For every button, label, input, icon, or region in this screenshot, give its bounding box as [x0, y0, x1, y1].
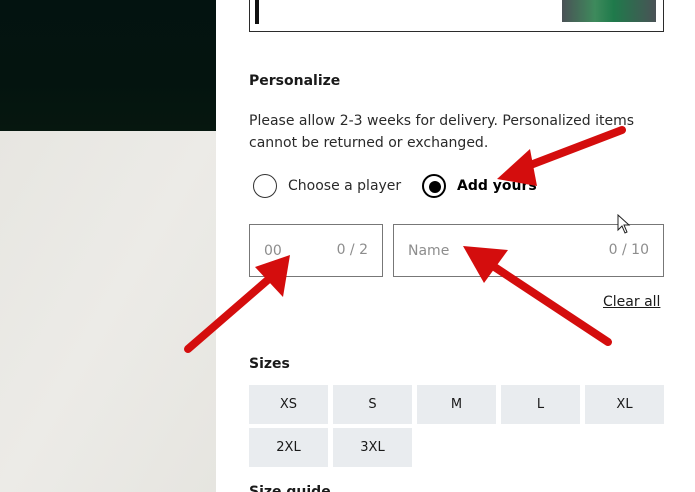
number-field[interactable]: 0 / 2 — [249, 224, 383, 277]
size-button-xl[interactable]: XL — [585, 385, 664, 424]
name-input[interactable] — [408, 241, 570, 261]
size-guide-link[interactable]: Size guide — [249, 484, 331, 492]
radio-label-choose-player: Choose a player — [288, 178, 402, 194]
radio-add-yours[interactable]: Add yours — [422, 173, 537, 199]
swatch-indicator — [255, 0, 259, 24]
clear-all-link[interactable]: Clear all — [603, 294, 660, 310]
size-button-3xl[interactable]: 3XL — [333, 428, 412, 467]
number-counter: 0 / 2 — [336, 242, 368, 258]
color-swatch-selector[interactable] — [249, 0, 664, 32]
size-button-2xl[interactable]: 2XL — [249, 428, 328, 467]
size-button-l[interactable]: L — [501, 385, 580, 424]
number-input[interactable] — [264, 241, 344, 261]
radio-choose-player[interactable]: Choose a player — [253, 173, 401, 199]
size-button-m[interactable]: M — [417, 385, 496, 424]
swatch-thumbnail[interactable] — [562, 0, 656, 22]
product-image-gallery — [0, 0, 216, 492]
mouse-cursor-icon — [617, 214, 631, 234]
product-image-bottom — [0, 131, 216, 492]
product-image-top — [0, 0, 216, 131]
radio-circle-checked[interactable] — [422, 174, 446, 198]
name-counter: 0 / 10 — [608, 242, 649, 258]
radio-label-add-yours: Add yours — [457, 178, 537, 194]
personalize-notice: Please allow 2-3 weeks for delivery. Per… — [249, 113, 634, 151]
personalize-title: Personalize — [249, 73, 341, 89]
sizes-title: Sizes — [249, 356, 290, 372]
radio-circle-unchecked[interactable] — [253, 174, 277, 198]
size-button-xs[interactable]: XS — [249, 385, 328, 424]
size-button-s[interactable]: S — [333, 385, 412, 424]
